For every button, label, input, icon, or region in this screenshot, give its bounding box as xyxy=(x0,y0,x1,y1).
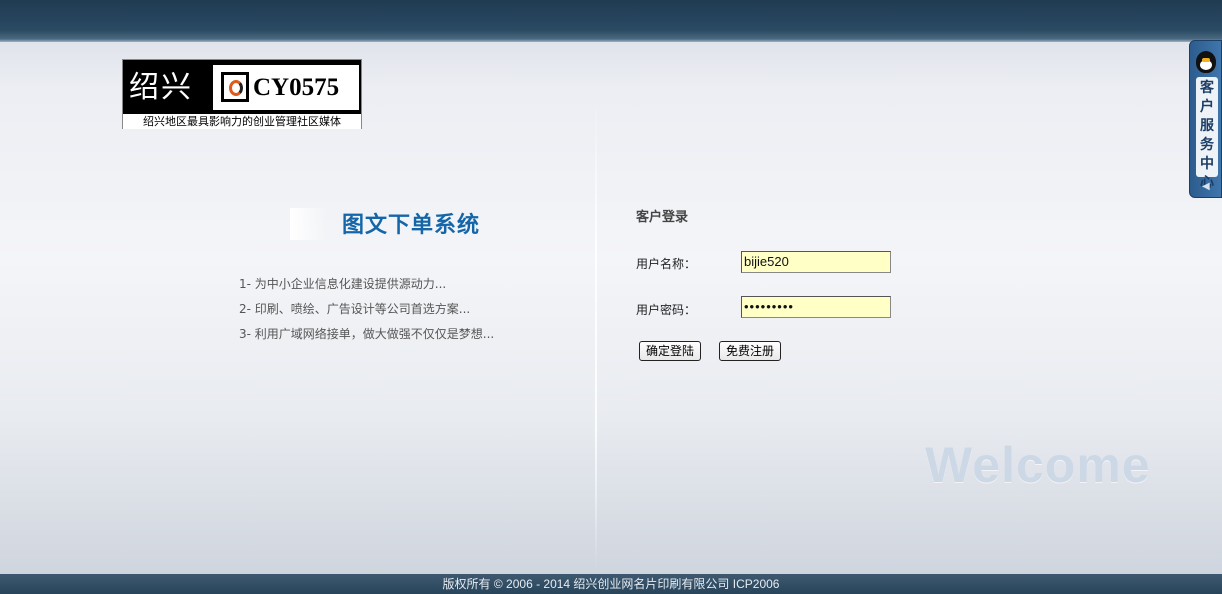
username-input[interactable]: bijie520 xyxy=(741,251,891,273)
password-input[interactable]: ••••••••• xyxy=(741,296,891,318)
logo-brand-text: CY0575 xyxy=(253,74,340,101)
logo-slogan: 绍兴地区最具影响力的创业管理社区媒体 xyxy=(123,114,361,129)
feature-list: 1- 为中小企业信息化建设提供源动力... 2- 印刷、喷绘、广告设计等公司首选… xyxy=(239,275,494,350)
register-button[interactable]: 免费注册 xyxy=(719,341,782,361)
login-title: 客户登录 xyxy=(636,210,689,225)
feature-item: 1- 为中小企业信息化建设提供源动力... xyxy=(239,277,447,291)
title-decoration xyxy=(290,208,328,240)
feature-item: 2- 印刷、喷绘、广告设计等公司首选方案... xyxy=(239,302,471,316)
customer-service-tab[interactable]: 客户服务中心 ◀ xyxy=(1189,40,1222,198)
welcome-watermark: Welcome xyxy=(925,437,1151,493)
login-button[interactable]: 确定登陆 xyxy=(639,341,702,361)
feature-item: 3- 利用广域网络接单，做大做强不仅仅是梦想... xyxy=(239,327,495,341)
collapse-arrow-icon[interactable]: ◀ xyxy=(1202,181,1210,192)
site-logo[interactable]: 绍兴 CY0575 绍兴地区最具影响力的创业管理社区媒体 xyxy=(122,59,362,129)
password-label: 用户密码： xyxy=(636,303,697,317)
customer-service-label: 客户服务中心 xyxy=(1196,77,1218,191)
logo-city-name: 绍兴 xyxy=(129,70,193,105)
top-bar xyxy=(0,0,1222,42)
system-title: 图文下单系统 xyxy=(342,213,481,238)
footer: 版权所有 © 2006 - 2014 绍兴创业网名片印刷有限公司 ICP2006 xyxy=(0,574,1222,594)
logo-brand-box: CY0575 xyxy=(213,65,359,110)
username-label: 用户名称： xyxy=(636,257,697,271)
copyright-text: 版权所有 © 2006 - 2014 绍兴创业网名片印刷有限公司 ICP2006 xyxy=(442,577,780,591)
center-divider xyxy=(595,100,597,570)
qq-penguin-icon xyxy=(1196,51,1216,73)
brand-mark-icon xyxy=(221,72,249,102)
